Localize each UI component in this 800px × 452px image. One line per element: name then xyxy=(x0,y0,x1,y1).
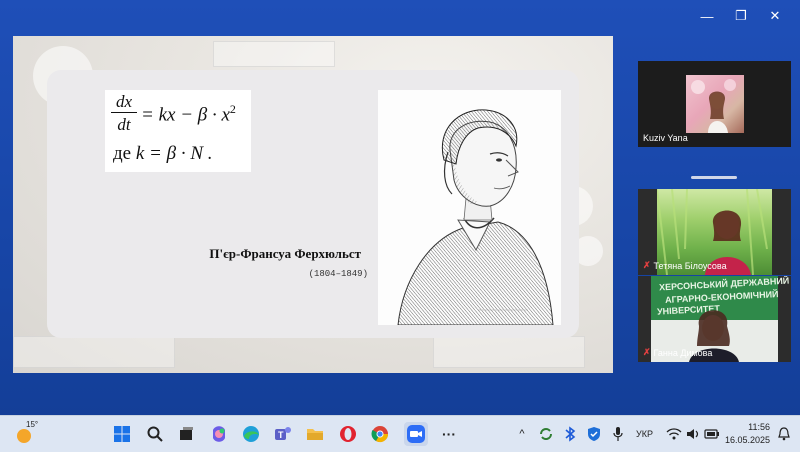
participant-photo xyxy=(691,79,736,133)
panel-drag-handle[interactable] xyxy=(691,176,737,179)
person-years: (1804–1849) xyxy=(308,269,368,279)
battery-icon[interactable] xyxy=(700,422,724,446)
close-button[interactable]: ✕ xyxy=(758,6,792,26)
portrait-drawing: ​ xyxy=(397,109,554,326)
participant-video-tile[interactable]: ХЕРСОНСЬКИЙ ДЕРЖАВНИЙ АГРАРНО-ЕКОНОМІЧНИ… xyxy=(638,276,791,362)
taskbar: 15° T ··· ^ УКР 11:56 16.05.2025 xyxy=(0,415,800,452)
participant-name: Kuziv Yana xyxy=(643,133,688,143)
microphone-icon[interactable] xyxy=(606,422,630,446)
fraction-bar xyxy=(111,112,137,113)
teams-icon[interactable]: T xyxy=(271,422,295,446)
input-language-indicator[interactable]: УКР xyxy=(636,429,653,439)
background-decoration xyxy=(13,336,175,368)
show-hidden-icons-chevron[interactable]: ^ xyxy=(510,422,534,446)
opera-icon[interactable] xyxy=(336,422,360,446)
participant-name: Ганна Димова xyxy=(653,347,713,358)
clock-date: 16.05.2025 xyxy=(724,435,770,445)
notification-bell-icon[interactable] xyxy=(772,422,796,446)
participant-name-label: ✗ Ганна Димова xyxy=(643,347,712,358)
clock-time: 11:56 xyxy=(748,422,770,432)
search-icon[interactable] xyxy=(143,422,167,446)
microphone-muted-icon: ✗ xyxy=(643,347,651,357)
verhulst-equation: dx dt = kx − β · x2 де k = β · N . xyxy=(105,90,251,172)
sync-icon[interactable] xyxy=(534,422,558,446)
weather-temperature: 15° xyxy=(26,420,39,429)
definition-rest: k = β · N . xyxy=(135,143,213,164)
equation-exponent: 2 xyxy=(229,102,236,116)
system-clock[interactable]: 11:56 16.05.2025 xyxy=(724,421,770,447)
participant-name-label: Kuziv Yana xyxy=(643,133,688,143)
window-controls: — ❐ ✕ xyxy=(690,6,792,26)
slide-card: dx dt = kx − β · x2 де k = β · N . П'єр-… xyxy=(47,70,579,338)
microphone-muted-icon: ✗ xyxy=(643,260,651,270)
equation-rhs-text: = kx − β · x xyxy=(141,104,230,126)
participant-video-tile[interactable]: ✗ Тетяна Білоусова xyxy=(638,189,791,275)
bluetooth-icon[interactable] xyxy=(558,422,582,446)
person-name: П'єр-Франсуа Ферхюльст xyxy=(209,246,361,261)
participant-avatar xyxy=(686,75,744,133)
svg-text:T: T xyxy=(278,430,284,440)
windows-start-icon[interactable] xyxy=(110,422,134,446)
definition-prefix: де xyxy=(113,143,132,164)
copilot-icon[interactable] xyxy=(207,422,231,446)
restore-button[interactable]: ❐ xyxy=(724,6,758,26)
zoom-icon[interactable] xyxy=(404,422,428,446)
task-view-icon[interactable] xyxy=(174,422,198,446)
shared-screen-slide: dx dt = kx − β · x2 де k = β · N . П'єр-… xyxy=(13,36,613,373)
defender-shield-icon[interactable] xyxy=(582,422,606,446)
minimize-button[interactable]: — xyxy=(690,6,724,26)
participant-name: Тетяна Білоусова xyxy=(653,260,727,271)
background-decoration xyxy=(433,336,585,368)
derivative-fraction: dx dt xyxy=(111,92,137,134)
background-decoration xyxy=(213,41,335,67)
fraction-numerator: dx xyxy=(115,92,133,111)
participant-name-label: ✗ Тетяна Білоусова xyxy=(643,260,727,271)
folder-icon[interactable] xyxy=(303,422,327,446)
weather-widget[interactable]: 15° xyxy=(14,420,39,446)
chrome-icon[interactable] xyxy=(368,422,392,446)
portrait-engraving: ​ xyxy=(378,90,561,326)
participant-video-tile[interactable]: Kuziv Yana xyxy=(638,61,791,147)
equation-definition: де k = β · N . xyxy=(113,143,213,165)
fraction-denominator: dt xyxy=(117,115,131,134)
equation-rhs: = kx − β · x2 xyxy=(141,102,236,126)
edge-icon[interactable] xyxy=(239,422,263,446)
more-icon[interactable]: ··· xyxy=(437,422,461,446)
